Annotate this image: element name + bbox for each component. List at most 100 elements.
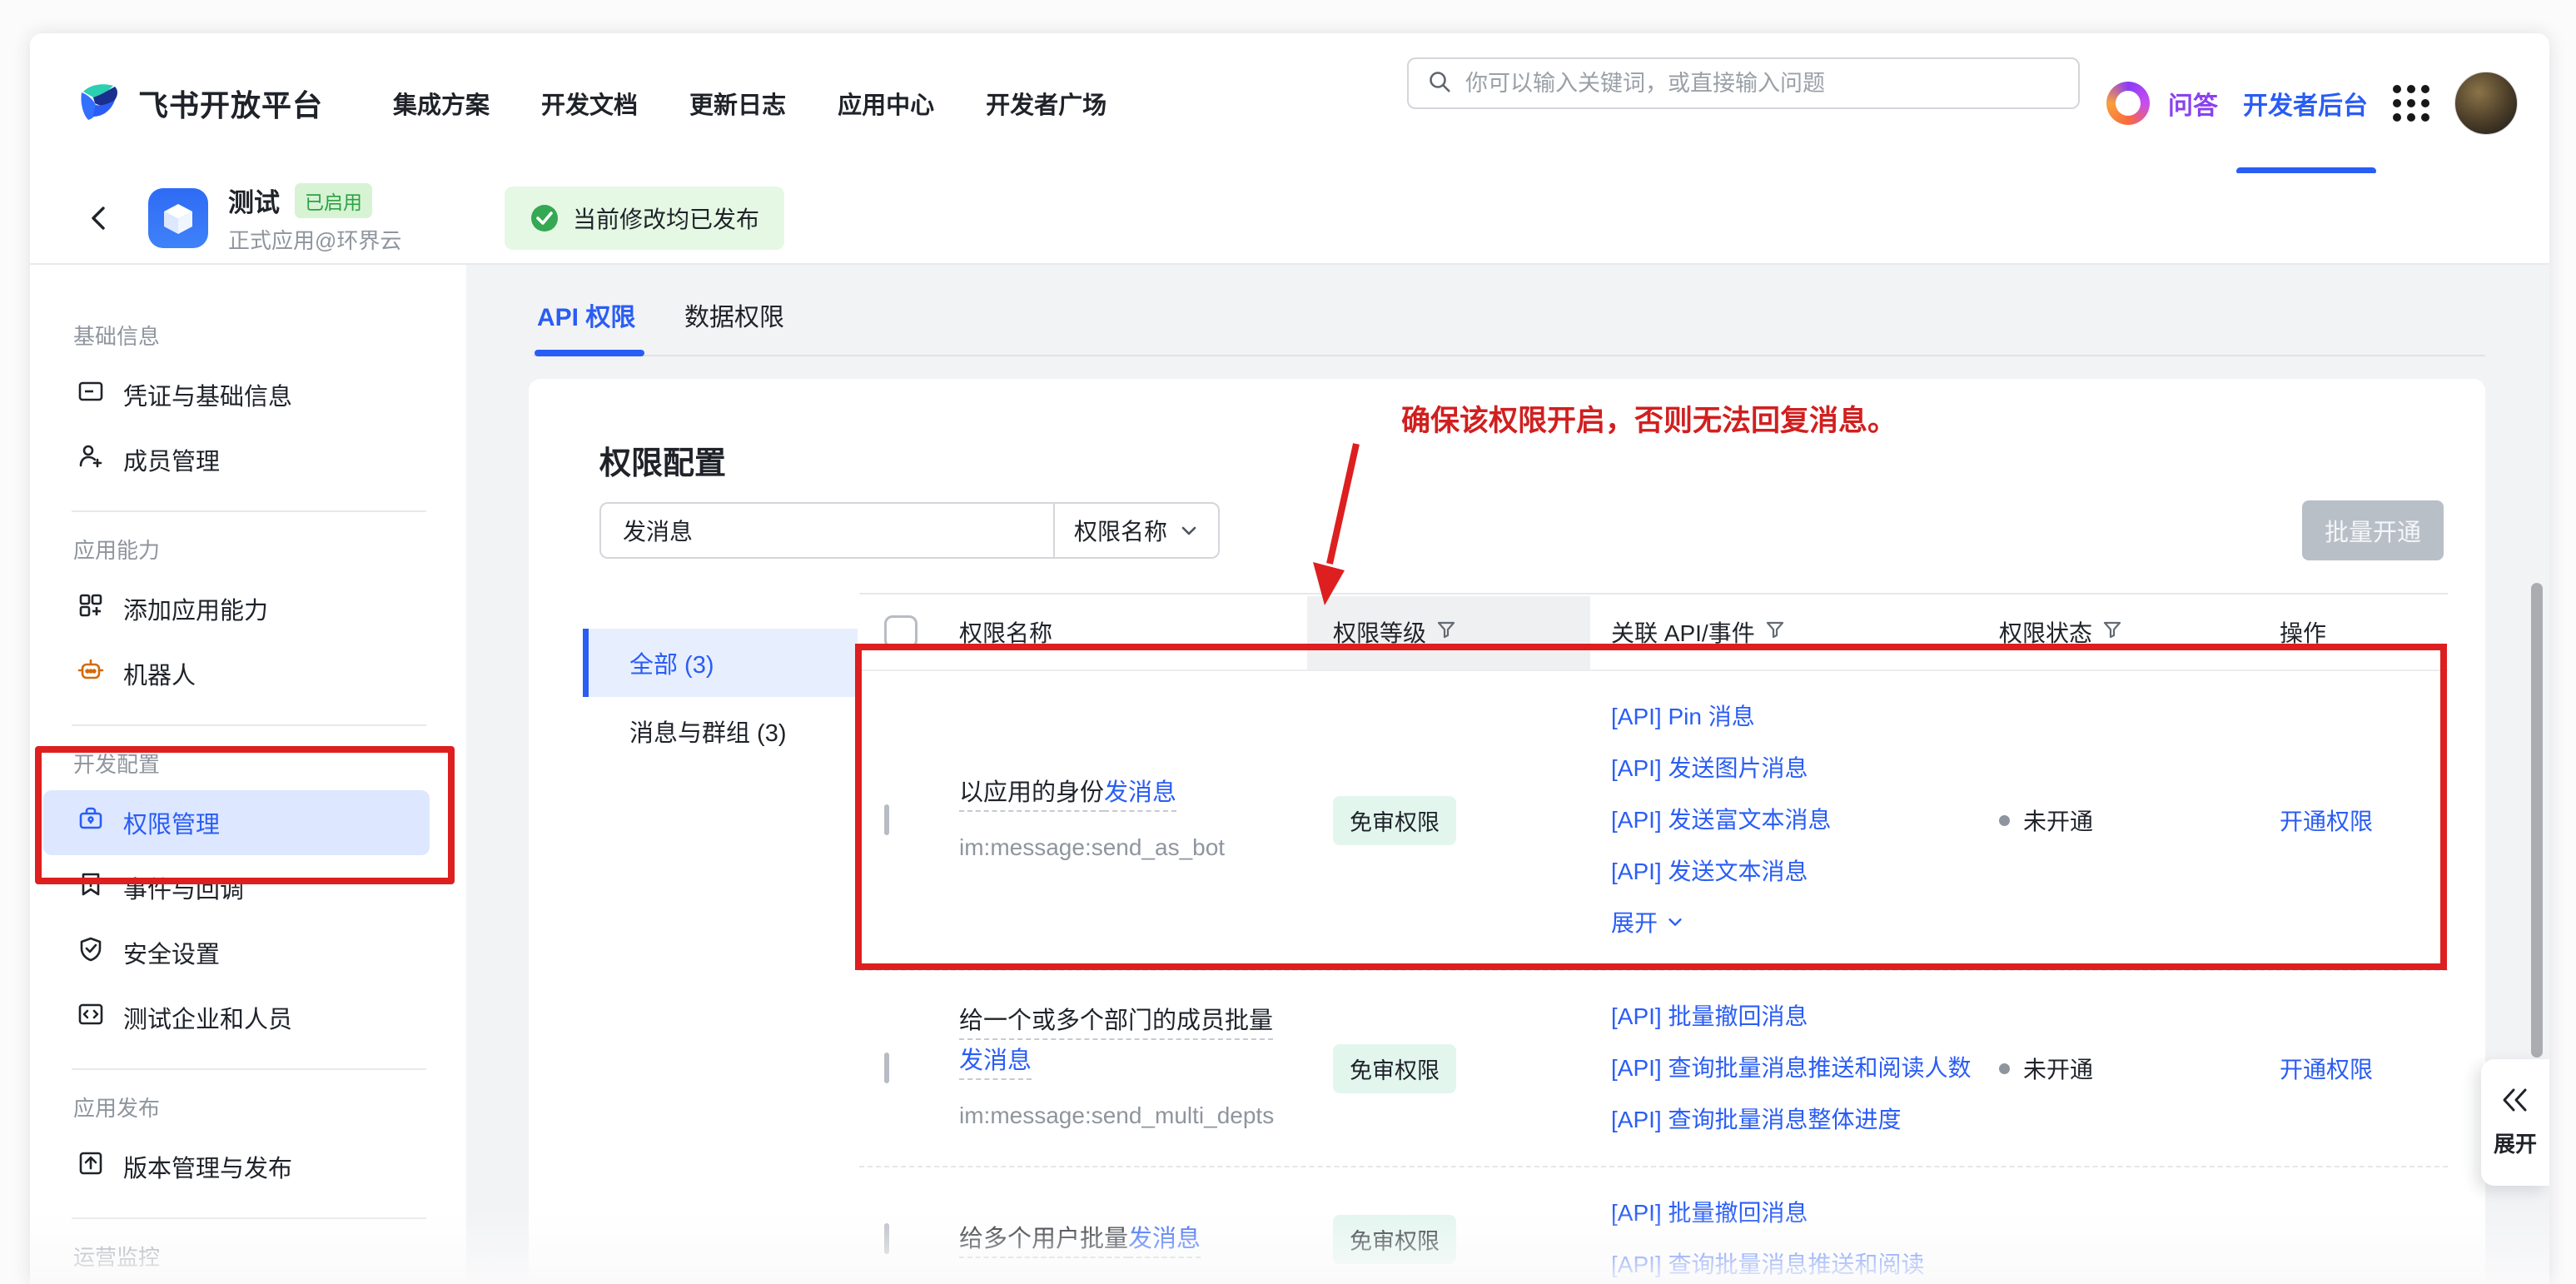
category-消息与群组 (3)[interactable]: 消息与群组 (3) <box>583 697 858 765</box>
sidebar-item-凭证与基础信息[interactable]: 凭证与基础信息 <box>70 362 430 427</box>
open-permission-link[interactable]: 开通权限 <box>2275 1052 2448 1085</box>
permission-name[interactable]: 以应用的身份发消息 <box>959 779 1176 806</box>
nav-item-0[interactable]: 集成方案 <box>393 86 490 121</box>
row-checkbox-cell <box>859 807 942 834</box>
status-dot-icon <box>1999 1063 2010 1074</box>
tab-数据权限[interactable]: 数据权限 <box>684 296 784 333</box>
permission-status-cell: 未开通 <box>1987 1052 2275 1085</box>
robot-icon <box>77 656 105 691</box>
permission-status-cell: 未开通 <box>1987 804 2275 837</box>
row-checkbox[interactable] <box>884 1223 889 1254</box>
permission-level-cell: 免审权限 <box>1313 796 1604 845</box>
permission-name-match: 发消息 <box>959 1048 1032 1074</box>
status-dot-icon <box>1999 815 2010 826</box>
app-subtitle: 正式应用@环界云 <box>228 224 401 255</box>
sidebar-divider <box>72 724 426 726</box>
publish-status-text: 当前修改均已发布 <box>573 202 759 235</box>
sidebar-item-label: 测试企业和人员 <box>123 1000 292 1035</box>
user-avatar[interactable] <box>2454 72 2518 135</box>
sidebar-item-成员管理[interactable]: 成员管理 <box>70 427 430 492</box>
permission-table: 权限名称权限等级关联 API/事件权限状态操作 以应用的身份发消息im:mess… <box>859 593 2448 1284</box>
row-checkbox[interactable] <box>884 804 889 835</box>
expand-apis-link[interactable]: 展开 <box>1611 898 1979 949</box>
batch-open-button[interactable]: 批量开通 <box>2302 500 2444 560</box>
api-link[interactable]: [API] 发送文本消息 <box>1611 846 1979 898</box>
sidebar-item-label: 事件与回调 <box>123 870 244 905</box>
feishu-logo-icon <box>77 78 123 129</box>
nav-item-2[interactable]: 更新日志 <box>689 86 786 121</box>
row-checkbox[interactable] <box>884 1053 889 1083</box>
browser-window: 飞书开放平台 集成方案 开发文档 更新日志 应用中心 开发者广场 问答 开发者后台 <box>30 33 2549 1284</box>
sidebar-item-机器人[interactable]: 机器人 <box>70 641 430 706</box>
category-list: 全部 (3)消息与群组 (3) <box>583 629 858 765</box>
search-filter-select[interactable]: 权限名称 <box>1053 502 1220 559</box>
main-area: API 权限 数据权限 权限配置 权限名称 批量开通 确保该权限开启，否则无法回复… <box>466 265 2549 1284</box>
sidebar-divider <box>72 1217 426 1219</box>
api-link[interactable]: [API] 查询批量消息整体进度 <box>1611 1094 1979 1146</box>
select-all-checkbox[interactable] <box>884 615 918 649</box>
sidebar-item-添加应用能力[interactable]: 添加应用能力 <box>70 576 430 641</box>
table-row: 给一个或多个部门的成员批量发消息im:message:send_multi_de… <box>859 971 2448 1167</box>
security-icon <box>77 935 105 970</box>
brand[interactable]: 飞书开放平台 <box>77 78 323 129</box>
app-icon <box>148 188 208 248</box>
permission-name[interactable]: 给一个或多个部门的成员批量发消息 <box>959 1008 1273 1074</box>
header-select-all[interactable] <box>859 615 942 649</box>
version-icon <box>77 1149 105 1184</box>
filter-funnel-icon[interactable] <box>2102 619 2122 645</box>
developer-console-link[interactable]: 开发者后台 <box>2243 85 2368 122</box>
api-link[interactable]: [API] 查询批量消息推送和阅读 <box>1611 1239 1979 1284</box>
open-permission-link[interactable]: 开通权限 <box>2275 804 2448 837</box>
column-header-label: 关联 API/事件 <box>1611 615 1755 649</box>
api-link[interactable]: [API] 发送富文本消息 <box>1611 794 1979 846</box>
api-link[interactable]: [API] 查询批量消息推送和阅读人数 <box>1611 1043 1979 1094</box>
chevron-down-icon <box>1179 520 1199 540</box>
nav-item-3[interactable]: 应用中心 <box>838 86 934 121</box>
expand-panel-button[interactable]: 展开 <box>2481 1059 2549 1186</box>
navbar-right: 问答 开发者后台 <box>2106 33 2518 173</box>
filter-funnel-icon[interactable] <box>1765 619 1785 645</box>
table-header-row: 权限名称权限等级关联 API/事件权限状态操作 <box>859 593 2448 671</box>
nav-item-4[interactable]: 开发者广场 <box>986 86 1106 121</box>
permission-search-input[interactable] <box>599 502 1053 559</box>
filter-funnel-icon[interactable] <box>1436 619 1456 645</box>
permission-search: 权限名称 <box>599 502 1220 559</box>
permission-name-text: 给一个或多个部门的成员批量 <box>959 1008 1273 1034</box>
column-header-关联 API/事件: 关联 API/事件 <box>1604 615 1987 649</box>
sidebar-item-测试企业和人员[interactable]: 测试企业和人员 <box>70 985 430 1050</box>
permission-name-match: 发消息 <box>1128 1226 1201 1252</box>
tab-API 权限[interactable]: API 权限 <box>537 296 635 333</box>
status-text: 未开通 <box>2023 804 2093 837</box>
chevron-down-icon <box>1666 898 1684 949</box>
global-search-input[interactable] <box>1464 70 2060 97</box>
column-header-操作: 操作 <box>2275 615 2448 649</box>
credential-icon <box>77 377 105 412</box>
api-link[interactable]: [API] Pin 消息 <box>1611 691 1979 743</box>
brand-name: 飞书开放平台 <box>138 82 323 125</box>
api-link[interactable]: [API] 批量撤回消息 <box>1611 991 1979 1043</box>
sidebar-item-label: 机器人 <box>123 656 196 691</box>
category-全部 (3)[interactable]: 全部 (3) <box>583 629 858 697</box>
sidebar-item-权限管理[interactable]: 权限管理 <box>43 790 430 855</box>
global-search[interactable] <box>1407 57 2080 109</box>
qa-link[interactable]: 问答 <box>2168 85 2218 122</box>
nav-item-1[interactable]: 开发文档 <box>541 86 638 121</box>
sidebar-item-版本管理与发布[interactable]: 版本管理与发布 <box>70 1134 430 1199</box>
row-checkbox-cell <box>859 1055 942 1082</box>
permission-name-cell: 以应用的身份发消息 im:message:send_as_bot <box>942 751 1313 889</box>
app-header-bar: 测试 已启用 正式应用@环界云 当前修改均已发布 <box>30 173 2549 265</box>
sidebar-item-安全设置[interactable]: 安全设置 <box>70 920 430 985</box>
api-link[interactable]: [API] 批量撤回消息 <box>1611 1187 1979 1239</box>
check-circle-icon <box>530 203 559 233</box>
permission-code: im:message:send_as_bot <box>959 828 1288 868</box>
apps-grid-icon[interactable] <box>2393 85 2429 122</box>
permission-name[interactable]: 给多个用户批量发消息 <box>959 1226 1201 1252</box>
scrollbar-thumb[interactable] <box>2531 583 2543 1058</box>
capability-icon <box>77 591 105 626</box>
api-link[interactable]: [API] 发送图片消息 <box>1611 743 1979 794</box>
column-header-权限状态: 权限状态 <box>1987 615 2275 649</box>
back-button[interactable] <box>85 204 113 232</box>
sidebar-section-label: 应用能力 <box>73 534 466 565</box>
permission-card: 权限配置 权限名称 批量开通 确保该权限开启，否则无法回复消息。 全部 (3)消… <box>529 379 2485 1284</box>
sidebar-item-事件与回调[interactable]: 事件与回调 <box>70 855 430 920</box>
